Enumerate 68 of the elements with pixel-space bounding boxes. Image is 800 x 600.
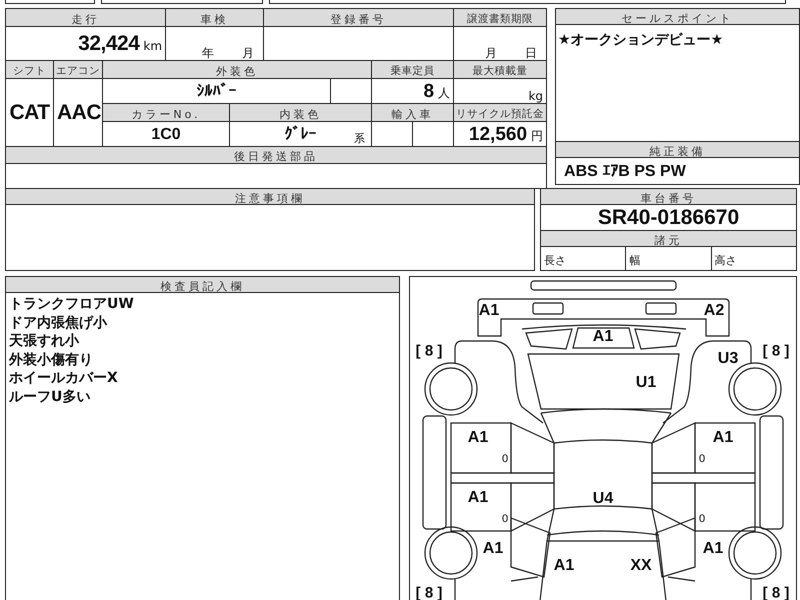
field-value: 1C0 — [151, 126, 181, 142]
damage-code: U1 — [636, 374, 656, 392]
chassis-number: SR40-0186670 — [598, 206, 740, 229]
field-label: 諸元 — [654, 233, 682, 248]
unit-label: 年 — [202, 46, 214, 60]
unit-label: kg — [528, 89, 544, 102]
field-label: 最大積載量 — [472, 65, 528, 78]
field-label: 後日発送部品 — [234, 150, 318, 162]
sale-point-text: ★オークションデビュー★ — [558, 32, 724, 48]
damage-code: A1 — [702, 540, 724, 558]
comment-line: ドア内張焦げ小 — [9, 314, 108, 332]
field-value: 8 — [423, 80, 434, 102]
comment-line: 天張すれ小 — [9, 332, 80, 350]
damage-code: U4 — [592, 490, 614, 508]
tread-depth-reading: [ 8 ] — [416, 342, 442, 360]
field-label: リサイクル預託金 — [456, 108, 544, 120]
spec-label: 高さ — [714, 253, 737, 268]
damage-code: A1 — [554, 557, 574, 575]
field-label: 輸入車 — [392, 108, 434, 120]
damage-code: U3 — [718, 350, 738, 368]
field-value: AAC — [57, 101, 101, 124]
unit-label: 人 — [438, 86, 450, 100]
field-value: ｼﾙﾊﾞｰ — [196, 82, 237, 100]
unit-label: 系 — [354, 133, 366, 144]
damage-code: A2 — [704, 302, 724, 320]
comment-line: トランクフロアUW — [9, 295, 135, 314]
field-label: 譲渡書類期限 — [467, 13, 534, 26]
unit-label: 月 — [242, 46, 254, 60]
unit-label: 円 — [531, 128, 544, 142]
door-mark: 0 — [698, 453, 706, 465]
spec-label: 長さ — [544, 253, 566, 268]
damage-code: XX — [630, 557, 652, 575]
damage-code: A1 — [712, 429, 734, 447]
equipment-text: ABS ｴｱB PS PW — [564, 163, 686, 180]
field-label: 車台番号 — [640, 191, 696, 206]
field-label: エアコン — [56, 65, 100, 78]
field-value: ｸﾞﾚｰ — [284, 126, 317, 142]
field-label: シフト — [13, 65, 46, 78]
comment-line: ルーフU多い — [9, 388, 92, 406]
field-value: 32,424 — [78, 32, 140, 55]
door-mark: 0 — [502, 513, 508, 525]
comment-line: 外装小傷有り — [9, 350, 94, 369]
spec-label: 幅 — [629, 253, 640, 268]
field-value: 12,560 — [468, 124, 528, 144]
field-label: 車検 — [200, 12, 229, 26]
damage-code: A1 — [468, 429, 488, 447]
field-label: カラーNo. — [131, 108, 201, 120]
field-label: 走行 — [72, 12, 100, 26]
tread-depth-reading: [ 8 ] — [762, 342, 790, 360]
door-mark: 0 — [698, 513, 706, 525]
field-label: 内装色 — [280, 108, 322, 120]
field-label: 乗車定員 — [390, 65, 435, 78]
unit-label: 月 — [485, 46, 498, 60]
damage-code: A1 — [482, 540, 504, 558]
field-label: 登録番号 — [330, 12, 387, 26]
damage-code: A1 — [468, 489, 488, 507]
field-label: 注意事項欄 — [235, 191, 305, 206]
field-label: セールスポイント — [622, 11, 734, 26]
comment-line: ホイールカバーX — [9, 369, 119, 388]
damage-code: A1 — [592, 328, 614, 346]
damage-code: A1 — [478, 302, 500, 320]
field-value: CAT — [9, 101, 50, 124]
unit-label: 日 — [525, 46, 538, 60]
field-label: 純正装備 — [650, 144, 706, 159]
unit-label: km — [143, 39, 162, 53]
field-label: 外装色 — [216, 64, 258, 78]
door-mark: 0 — [502, 453, 508, 465]
field-label: 検査員記入欄 — [160, 279, 244, 294]
